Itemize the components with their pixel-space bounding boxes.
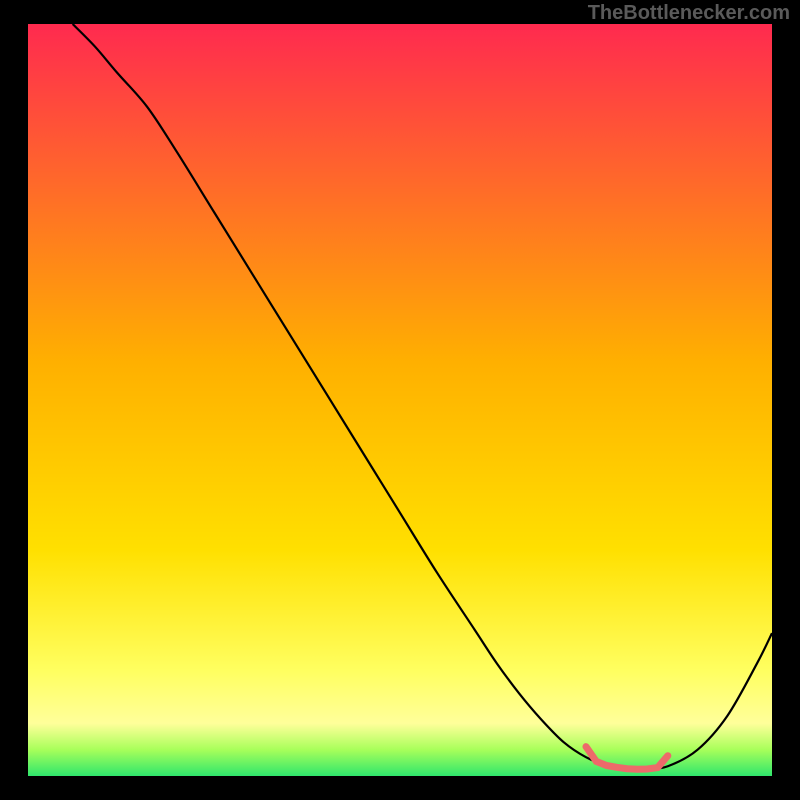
chart-container: TheBottlenecker.com	[0, 0, 800, 800]
flat-region-marker	[586, 747, 668, 770]
curve-layer	[28, 24, 772, 776]
bottleneck-curve	[73, 24, 772, 770]
plot-area	[28, 24, 772, 776]
attribution-text: TheBottlenecker.com	[588, 2, 790, 25]
